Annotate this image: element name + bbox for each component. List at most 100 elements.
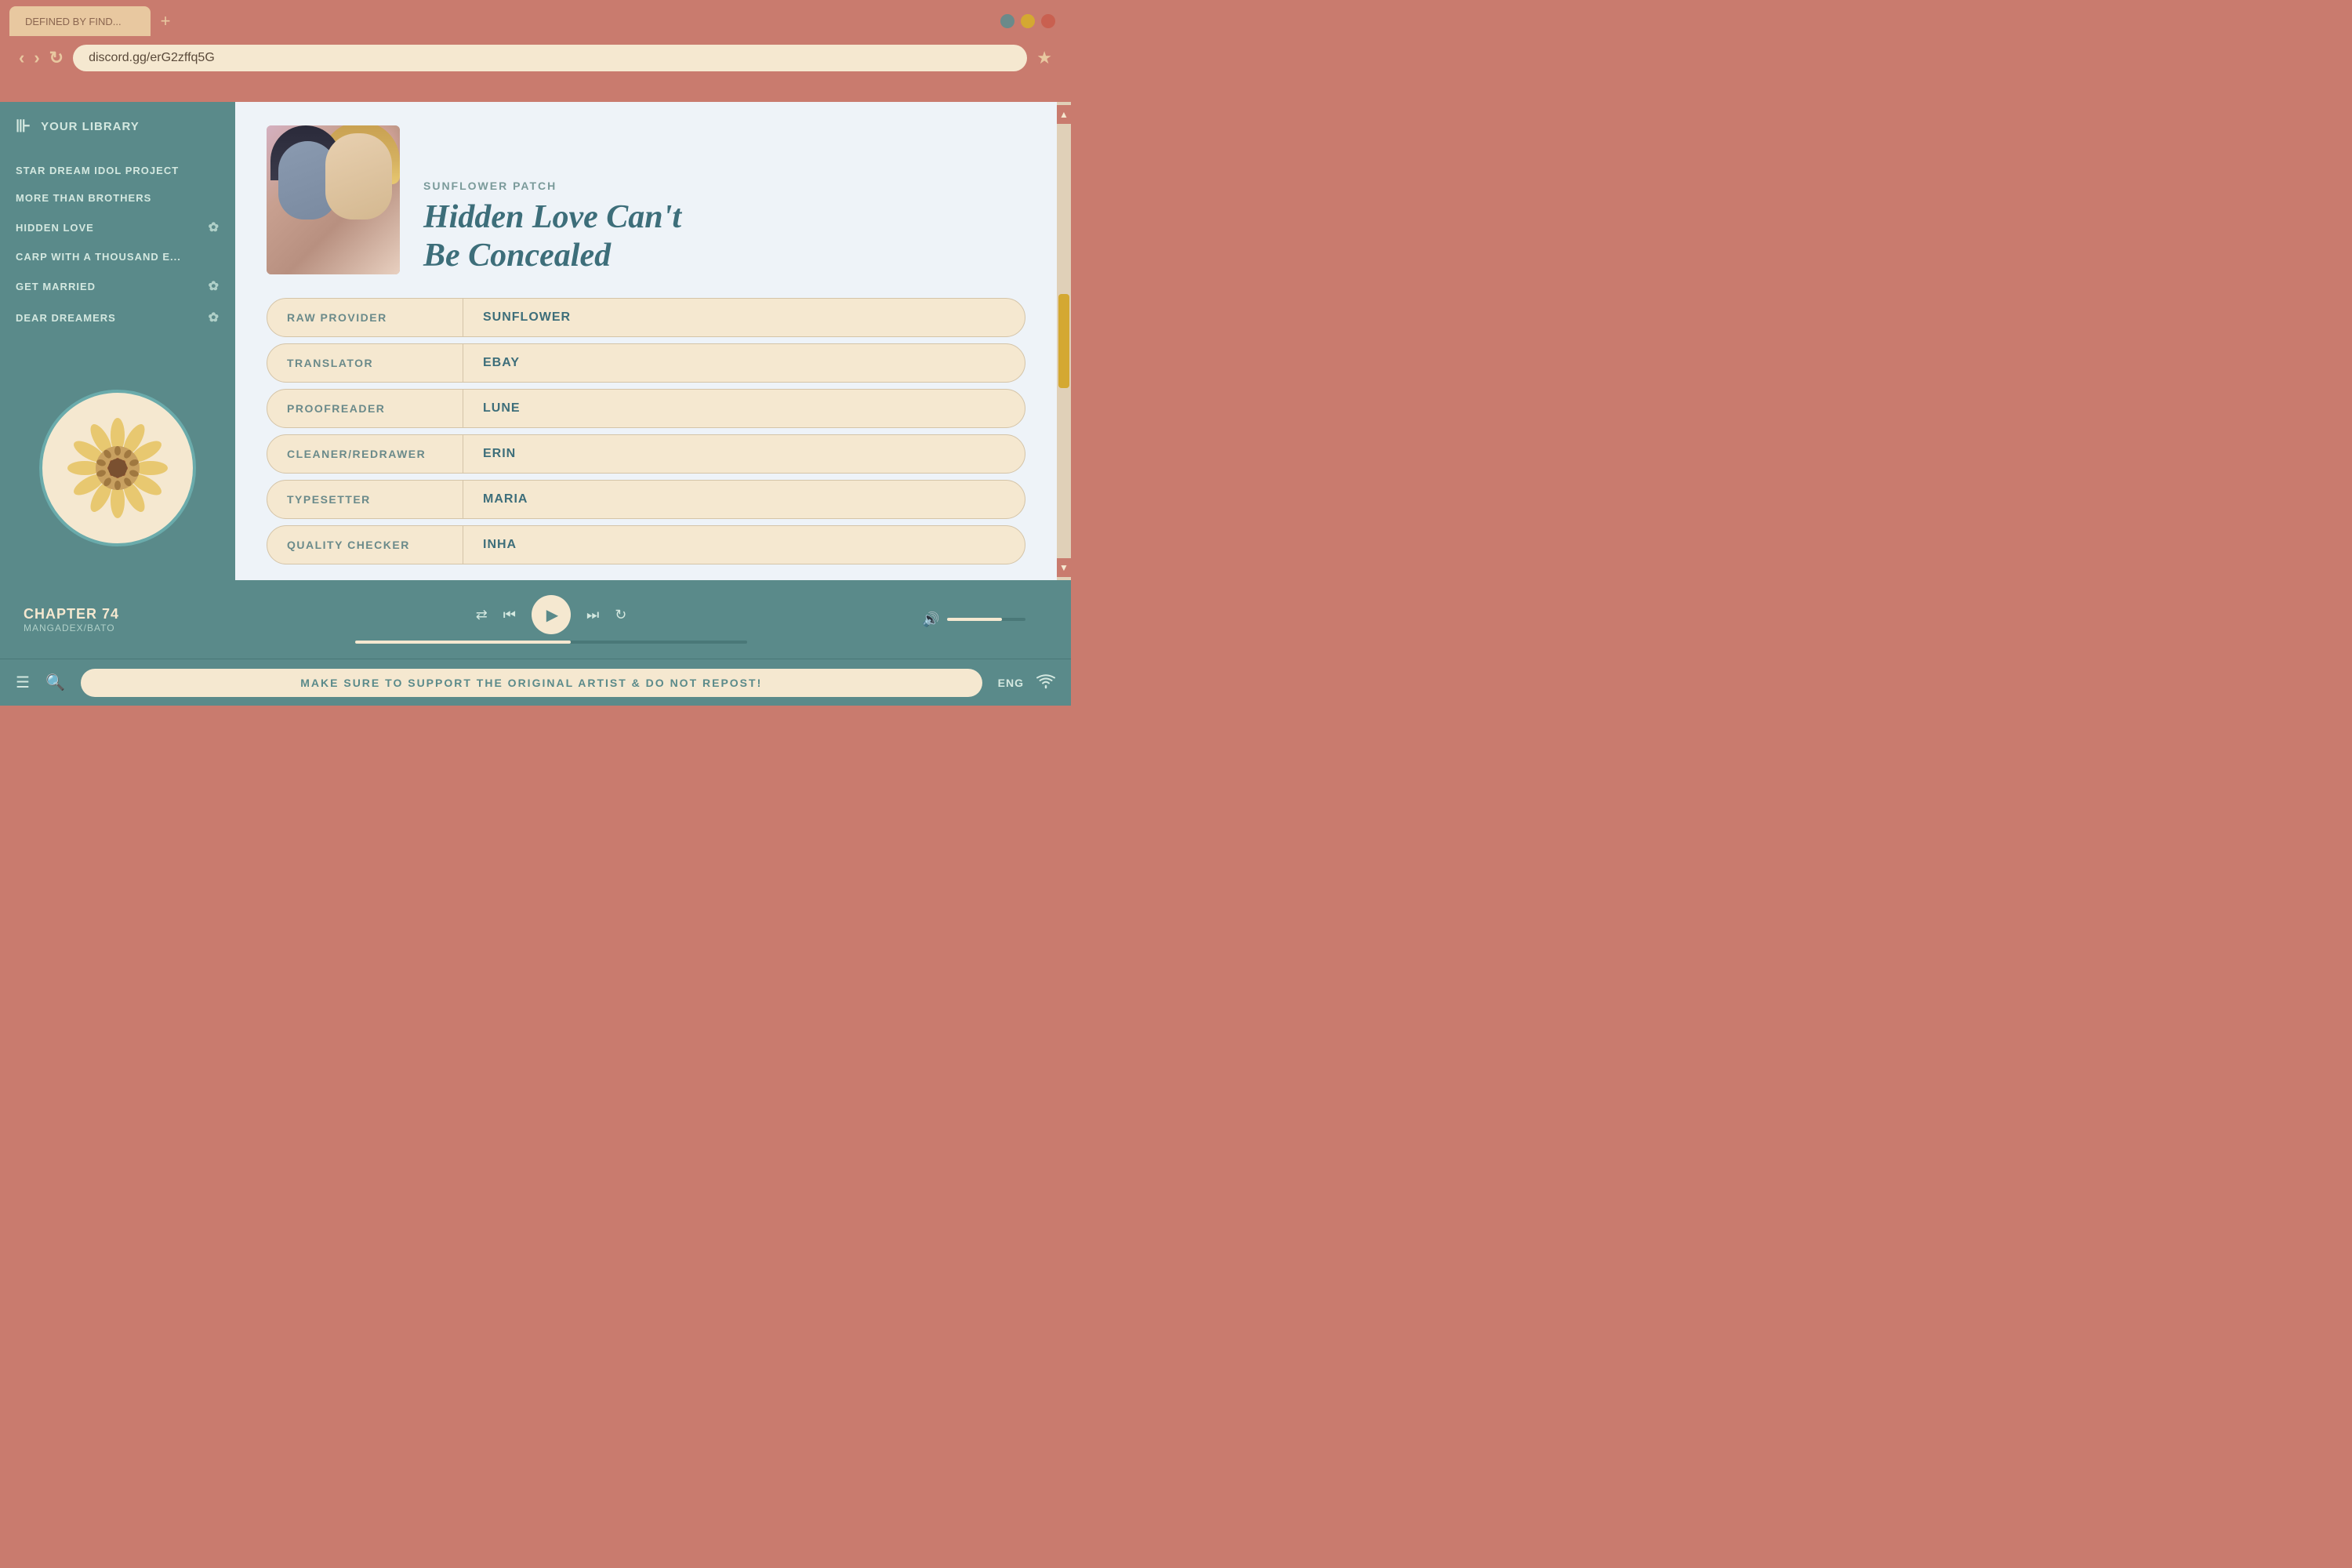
credit-label: TRANSLATOR	[267, 344, 463, 382]
bookmark-button[interactable]: ★	[1036, 48, 1052, 68]
shuffle-button[interactable]: ⇄	[476, 607, 488, 623]
content-wrapper: SUNFLOWER PATCH Hidden Love Can't Be Con…	[235, 102, 1071, 580]
scroll-up-icon: ▲	[1059, 109, 1069, 120]
credit-row-translator: TRANSLATOR EBAY	[267, 343, 1025, 383]
credit-label: CLEANER/REDRAWER	[267, 435, 463, 473]
credit-value: ERIN	[463, 447, 535, 461]
scrollbar[interactable]: ▲ ▼	[1057, 102, 1071, 580]
flower-icon: ✿	[209, 278, 220, 294]
language-label: ENG	[998, 677, 1024, 689]
sunflower-icon	[55, 405, 180, 531]
volume-bar[interactable]	[947, 618, 1025, 621]
cover-art	[267, 125, 400, 274]
status-bar: ☰ 🔍 MAKE SURE TO SUPPORT THE ORIGINAL AR…	[0, 659, 1071, 706]
credit-row-typesetter: TYPESETTER MARIA	[267, 480, 1025, 519]
credit-row-cleaner: CLEANER/REDRAWER ERIN	[267, 434, 1025, 474]
volume-section: 🔊	[922, 612, 1047, 628]
controls-row: ⇄ ⏮ ▶ ⏭ ↻	[476, 595, 627, 634]
sidebar-item-label: DEAR DREAMERS	[16, 312, 116, 324]
sidebar-item-label: CARP WITH A THOUSAND E...	[16, 251, 181, 263]
manga-title: Hidden Love Can't Be Concealed	[423, 198, 1025, 274]
library-icon: ⊪	[16, 116, 31, 136]
sidebar-nav: STAR DREAM IDOL PROJECT MORE THAN BROTHE…	[0, 151, 235, 356]
sidebar-item-label: STAR DREAM IDOL PROJECT	[16, 165, 179, 176]
sidebar-item-hidden-love[interactable]: HIDDEN LOVE ✿	[0, 212, 235, 243]
sidebar-item-label: HIDDEN LOVE	[16, 222, 94, 234]
sidebar-item-star-dream[interactable]: STAR DREAM IDOL PROJECT	[0, 157, 235, 184]
title-line2: Be Concealed	[423, 238, 611, 274]
player-bar: CHAPTER 74 MANGADEX/BATO ⇄ ⏮ ▶ ⏭ ↻ 🔊	[0, 580, 1071, 659]
library-header: ⊪ YOUR LIBRARY	[0, 102, 235, 151]
forward-button[interactable]: ›	[34, 49, 39, 67]
credit-row-raw-provider: RAW PROVIDER SUNFLOWER	[267, 298, 1025, 337]
credit-value: INHA	[463, 538, 536, 552]
manga-info: SUNFLOWER PATCH Hidden Love Can't Be Con…	[423, 125, 1025, 274]
credit-value: LUNE	[463, 401, 540, 416]
progress-fill	[355, 641, 571, 644]
player-controls: ⇄ ⏮ ▶ ⏭ ↻	[196, 595, 906, 644]
credit-label: TYPESETTER	[267, 481, 463, 518]
volume-fill	[947, 618, 1002, 621]
sidebar-item-brothers[interactable]: MORE THAN BROTHERS	[0, 184, 235, 212]
tab-label: DEFINED BY FIND...	[25, 16, 122, 27]
sidebar-item-carp[interactable]: CARP WITH A THOUSAND E...	[0, 243, 235, 270]
new-tab-button[interactable]: +	[154, 9, 177, 33]
volume-icon: 🔊	[922, 612, 939, 628]
back-button[interactable]: ‹	[19, 49, 24, 67]
credit-label: PROOFREADER	[267, 390, 463, 427]
credit-label: QUALITY CHECKER	[267, 526, 463, 564]
credit-value: SUNFLOWER	[463, 310, 590, 325]
window-controls	[1000, 14, 1055, 28]
search-button[interactable]: 🔍	[45, 673, 65, 692]
scroll-thumb[interactable]	[1058, 294, 1069, 388]
sidebar: ⊪ YOUR LIBRARY STAR DREAM IDOL PROJECT M…	[0, 102, 235, 580]
play-icon: ▶	[546, 605, 558, 625]
scroll-down-icon: ▼	[1059, 562, 1069, 573]
flower-icon: ✿	[209, 310, 220, 325]
manga-header: SUNFLOWER PATCH Hidden Love Can't Be Con…	[267, 125, 1025, 274]
previous-button[interactable]: ⏮	[503, 607, 516, 623]
chapter-title: CHAPTER 74	[24, 606, 180, 622]
title-line1: Hidden Love Can't	[423, 199, 681, 235]
credit-value: EBAY	[463, 356, 539, 370]
close-button[interactable]	[1041, 14, 1055, 28]
wifi-icon	[1036, 673, 1055, 691]
status-right: ENG	[998, 673, 1055, 691]
track-info: CHAPTER 74 MANGADEX/BATO	[24, 606, 180, 633]
sidebar-item-label: GET MARRIED	[16, 281, 96, 292]
logo-circle	[39, 390, 196, 546]
credits-table: RAW PROVIDER SUNFLOWER TRANSLATOR EBAY P…	[267, 298, 1025, 564]
repeat-button[interactable]: ↻	[615, 607, 626, 623]
play-button[interactable]: ▶	[532, 595, 571, 634]
sidebar-item-label: MORE THAN BROTHERS	[16, 192, 151, 204]
flower-icon: ✿	[209, 220, 220, 235]
library-title: YOUR LIBRARY	[41, 120, 140, 133]
progress-bar[interactable]	[355, 641, 747, 644]
menu-button[interactable]: ☰	[16, 673, 30, 692]
nav-bar: ‹ › ↻ ★	[9, 36, 1062, 80]
tab-bar: DEFINED BY FIND... +	[9, 6, 1062, 36]
credit-row-quality: QUALITY CHECKER INHA	[267, 525, 1025, 564]
maximize-button[interactable]	[1021, 14, 1035, 28]
sidebar-item-get-married[interactable]: GET MARRIED ✿	[0, 270, 235, 302]
credit-row-proofreader: PROOFREADER LUNE	[267, 389, 1025, 428]
scroll-down-button[interactable]: ▼	[1057, 558, 1071, 577]
credit-label: RAW PROVIDER	[267, 299, 463, 336]
status-message: MAKE SURE TO SUPPORT THE ORIGINAL ARTIST…	[81, 669, 982, 697]
browser-chrome: DEFINED BY FIND... + ‹ › ↻ ★	[0, 0, 1071, 102]
sidebar-item-dear-dreamers[interactable]: DEAR DREAMERS ✿	[0, 302, 235, 333]
main-area: ⊪ YOUR LIBRARY STAR DREAM IDOL PROJECT M…	[0, 102, 1071, 580]
manga-cover	[267, 125, 400, 274]
scroll-up-button[interactable]: ▲	[1057, 105, 1071, 124]
sidebar-logo	[0, 356, 235, 580]
character-face-light	[325, 133, 392, 220]
next-button[interactable]: ⏭	[586, 607, 599, 623]
content-area: SUNFLOWER PATCH Hidden Love Can't Be Con…	[235, 102, 1057, 580]
publisher-label: SUNFLOWER PATCH	[423, 180, 1025, 192]
reload-button[interactable]: ↻	[49, 49, 64, 67]
track-source: MANGADEX/BATO	[24, 622, 180, 633]
credit-value: MARIA	[463, 492, 547, 506]
minimize-button[interactable]	[1000, 14, 1014, 28]
active-tab[interactable]: DEFINED BY FIND...	[9, 6, 151, 36]
address-bar[interactable]	[73, 45, 1027, 71]
